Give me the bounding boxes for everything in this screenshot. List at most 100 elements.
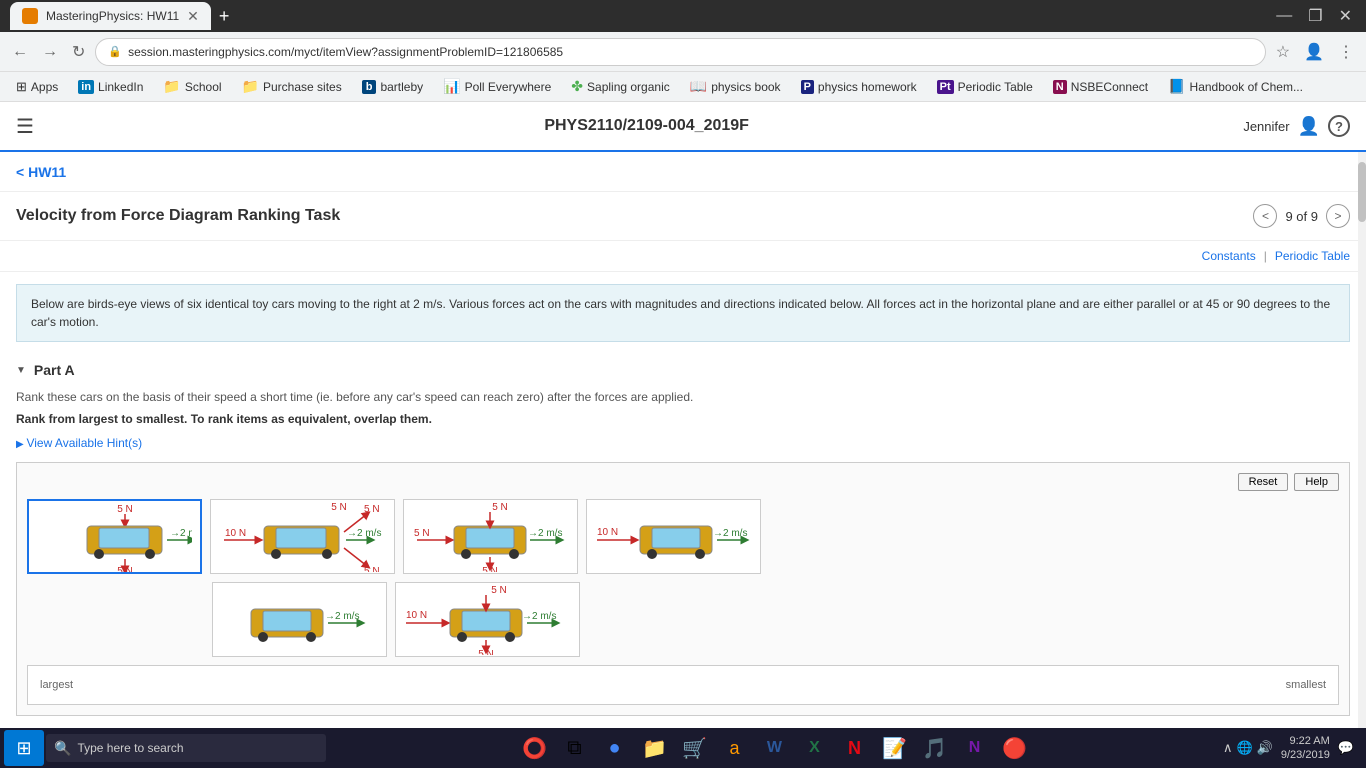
titlebar: MasteringPhysics: HW11 ✕ + — ❐ ✕ [0,0,1366,32]
search-placeholder: Type here to search [77,741,183,755]
part-a-label: Part A [34,362,75,378]
bookmark-sapling-organic[interactable]: ✤ Sapling organic [563,75,677,98]
bookmark-periodic-table[interactable]: Pt Periodic Table [929,77,1041,97]
start-icon: ⊞ [16,738,31,759]
bookmark-bartleby[interactable]: b bartleby [354,77,431,97]
svg-text:5 N: 5 N [478,649,494,655]
car-e-diagram: →2 m/s [221,585,378,655]
car-card-f[interactable]: 5 N 10 N 5 N [395,582,580,657]
minimize-button[interactable]: — [1272,7,1296,25]
constants-link[interactable]: Constants [1202,249,1256,263]
chevron-icon[interactable]: ∧ [1223,740,1233,756]
bookmark-poll-everywhere-label: Poll Everywhere [465,80,552,94]
svg-text:→2 m/s: →2 m/s [713,528,747,539]
svg-text:→2 m/s: →2 m/s [325,611,359,622]
tab-bar: MasteringPhysics: HW11 ✕ + [10,0,1272,32]
hw-breadcrumb: HW11 [0,152,1366,192]
maximize-button[interactable]: ❐ [1304,6,1326,26]
date: 9/23/2019 [1281,748,1330,762]
taskbar-store[interactable]: 🛒 [676,730,712,766]
taskbar-music[interactable]: 🎵 [916,730,952,766]
bookmark-physics-book[interactable]: 📖 physics book [682,75,789,98]
taskbar-onenote[interactable]: N [956,730,992,766]
new-tab-button[interactable]: + [219,6,230,27]
lock-icon: 🔒 [108,45,122,58]
part-a-header[interactable]: ▼ Part A [16,362,1350,378]
search-bar[interactable]: 🔍 Type here to search [46,734,326,762]
bookmark-school-label: School [185,80,222,94]
bookmark-nsbeconnect-label: NSBEConnect [1071,80,1148,94]
start-button[interactable]: ⊞ [4,730,44,766]
taskbar-cortana[interactable]: ⭕ [516,730,552,766]
close-button[interactable]: ✕ [1335,6,1356,26]
car-c-diagram: 5 N 5 N 5 N [412,502,569,572]
menu-icon[interactable]: ⋮ [1334,38,1358,66]
prev-problem-button[interactable]: < [1253,204,1277,228]
clock[interactable]: 9:22 AM 9/23/2019 [1281,734,1330,763]
notification-icon[interactable]: 💬 [1338,740,1354,756]
taskbar-chrome[interactable]: ● [596,730,632,766]
car-card-c[interactable]: 5 N 5 N 5 N [403,499,578,574]
taskbar-word[interactable]: W [756,730,792,766]
bookmark-physics-homework[interactable]: P physics homework [793,77,925,97]
scrollbar-thumb[interactable] [1358,162,1366,222]
taskbar-task-view[interactable]: ⧉ [556,730,592,766]
scrollbar-track[interactable] [1358,152,1366,728]
bookmark-handbook[interactable]: 📘 Handbook of Chem... [1160,75,1311,98]
reset-button[interactable]: Reset [1238,473,1289,491]
bookmark-sapling-label: Sapling organic [587,80,670,94]
taskbar-excel[interactable]: X [796,730,832,766]
reload-button[interactable]: ↻ [68,38,89,66]
bookmarks-bar: ⊞ Apps in LinkedIn 📁 School 📁 Purchase s… [0,72,1366,102]
problem-info-box: Below are birds-eye views of six identic… [16,284,1350,342]
taskbar-sticky-notes[interactable]: 📝 [876,730,912,766]
user-section: Jennifer 👤 ? [1243,115,1350,137]
bookmark-linkedin[interactable]: in LinkedIn [70,77,151,97]
url-input[interactable]: 🔒 session.masteringphysics.com/myct/item… [95,38,1265,66]
content-wrapper: HW11 Velocity from Force Diagram Ranking… [0,152,1366,728]
help-button[interactable]: ? [1328,115,1350,137]
help-button[interactable]: Help [1294,473,1339,491]
taskbar-netflix[interactable]: N [836,730,872,766]
rank-bar[interactable]: largest smallest [27,665,1339,705]
taskbar-app13[interactable]: 🔴 [996,730,1032,766]
bookmark-apps[interactable]: ⊞ Apps [8,76,66,98]
system-icons: ∧ 🌐 🔊 [1223,740,1273,756]
forward-button[interactable]: → [38,39,62,65]
car-card-e[interactable]: →2 m/s [212,582,387,657]
next-problem-button[interactable]: > [1326,204,1350,228]
svg-text:→2 m/s: →2 m/s [522,611,556,622]
periodic-table-link[interactable]: Periodic Table [1275,249,1350,263]
taskbar-explorer[interactable]: 📁 [636,730,672,766]
svg-text:10 N: 10 N [406,610,427,621]
hint-link[interactable]: View Available Hint(s) [16,436,1350,450]
bookmark-school[interactable]: 📁 School [155,75,229,98]
profile-icon[interactable]: 👤 [1300,38,1328,66]
active-tab[interactable]: MasteringPhysics: HW11 ✕ [10,2,211,30]
taskbar-right: ∧ 🌐 🔊 9:22 AM 9/23/2019 💬 [1223,734,1362,763]
svg-text:5 N: 5 N [364,504,380,515]
bookmark-poll-everywhere[interactable]: 📊 Poll Everywhere [435,75,559,98]
svg-text:10 N: 10 N [597,527,618,538]
network-icon[interactable]: 🌐 [1237,740,1253,756]
user-icon[interactable]: 👤 [1298,116,1320,137]
bookmark-purchase-sites[interactable]: 📁 Purchase sites [234,75,350,98]
rank-smallest: smallest [1286,679,1326,691]
problem-title: Velocity from Force Diagram Ranking Task [16,207,1253,225]
car-card-b[interactable]: 5 N 10 N 5 N 5 N [210,499,395,574]
star-icon[interactable]: ☆ [1272,38,1294,66]
hw11-link[interactable]: HW11 [16,164,66,180]
info-text: Below are birds-eye views of six identic… [31,297,1330,329]
bookmark-physics-book-label: physics book [711,80,780,94]
car-card-a[interactable]: 5 N →2 m/s 5 N [27,499,202,574]
car-card-d[interactable]: 10 N →2 m/s [586,499,761,574]
bookmark-linkedin-label: LinkedIn [98,80,143,94]
address-text: session.masteringphysics.com/myct/itemVi… [128,45,1253,59]
taskbar-amazon[interactable]: a [716,730,752,766]
back-button[interactable]: ← [8,39,32,65]
tab-close-button[interactable]: ✕ [187,8,199,25]
volume-icon[interactable]: 🔊 [1257,740,1273,756]
taskbar: ⊞ 🔍 Type here to search ⭕ ⧉ ● 📁 🛒 a W X … [0,728,1366,768]
bookmark-nsbeconnect[interactable]: N NSBEConnect [1045,77,1156,97]
hamburger-menu[interactable]: ☰ [16,114,34,139]
